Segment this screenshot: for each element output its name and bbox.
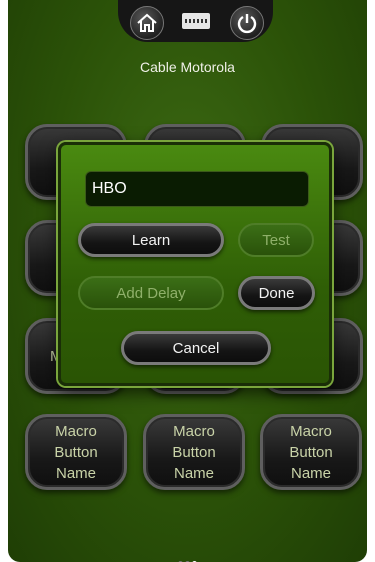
macro-button[interactable]: Macro Button Name [25, 414, 127, 490]
page-indicator [8, 553, 367, 562]
top-toolbar [118, 0, 273, 42]
test-button[interactable]: Test [238, 223, 314, 257]
power-icon[interactable] [230, 6, 264, 40]
home-icon[interactable] [130, 6, 164, 40]
device-title: Cable Motorola [140, 59, 235, 75]
edit-macro-dialog: Learn Test Add Delay Done Cancel [58, 142, 332, 386]
macro-button[interactable]: Macro Button Name [260, 414, 362, 490]
macro-name-field[interactable] [85, 171, 309, 207]
learn-button[interactable]: Learn [78, 223, 224, 257]
done-button[interactable]: Done [238, 276, 315, 310]
cancel-button[interactable]: Cancel [121, 331, 271, 365]
add-delay-button[interactable]: Add Delay [78, 276, 224, 310]
remote-icon[interactable] [182, 13, 210, 29]
macro-button[interactable]: Macro Button Name [143, 414, 245, 490]
